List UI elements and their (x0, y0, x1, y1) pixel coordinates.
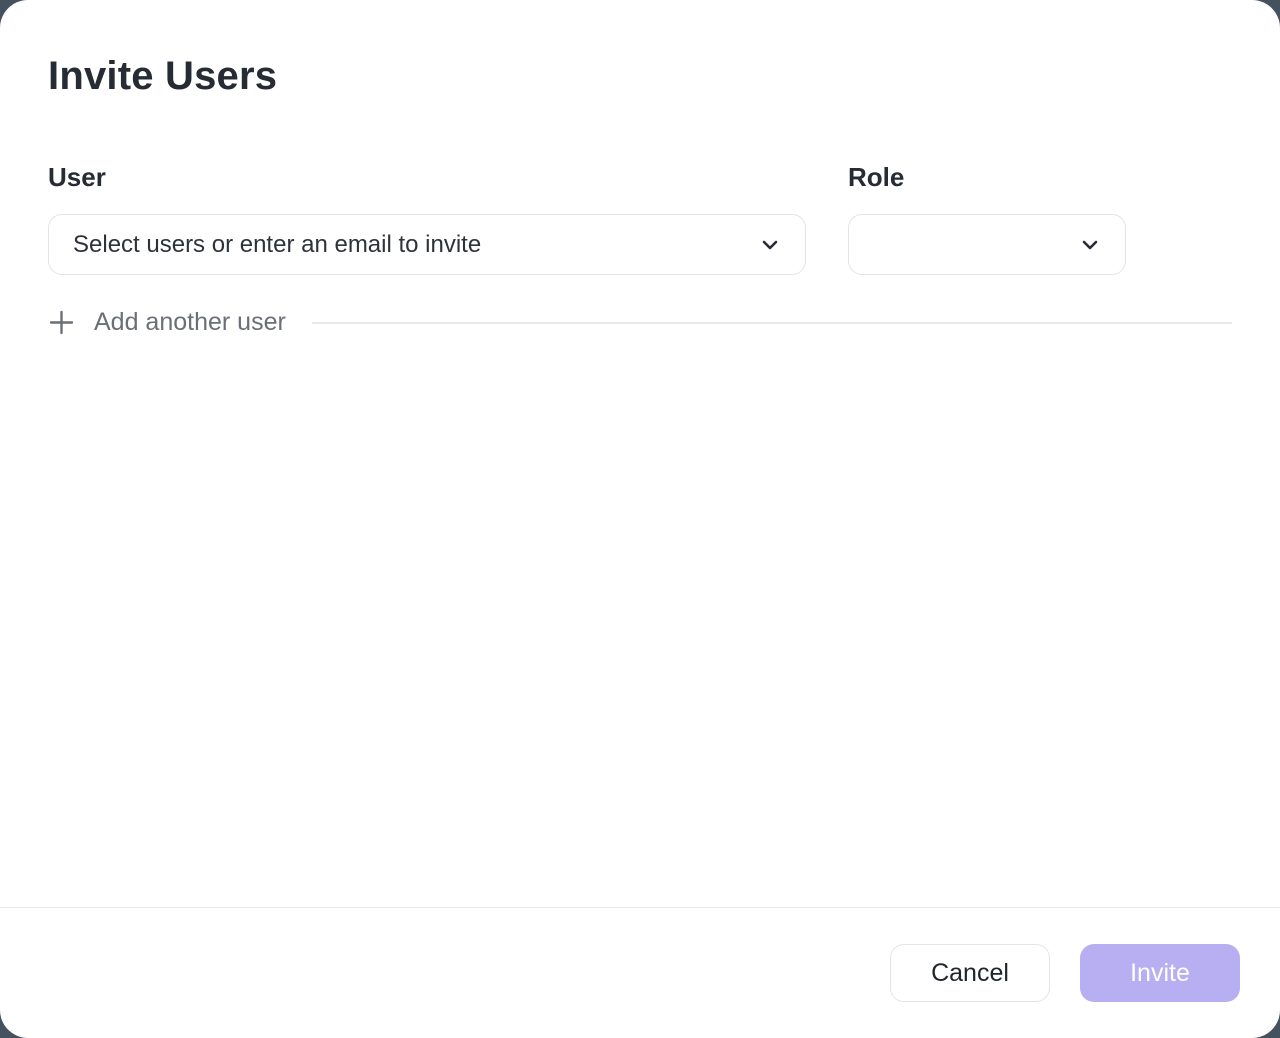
user-select-placeholder: Select users or enter an email to invite (73, 231, 481, 259)
invite-users-dialog: Invite Users User Select users or enter … (0, 0, 1280, 1038)
dialog-footer: Cancel Invite (0, 907, 1280, 1038)
invite-button[interactable]: Invite (1080, 944, 1240, 1002)
chevron-down-icon (759, 234, 781, 256)
user-field-label: User (48, 162, 806, 192)
add-another-user-button[interactable]: Add another user (48, 308, 286, 337)
user-select[interactable]: Select users or enter an email to invite (48, 214, 806, 275)
add-user-row: Add another user (48, 308, 1232, 337)
dialog-title: Invite Users (48, 52, 1232, 100)
role-select[interactable] (848, 214, 1126, 275)
horizontal-divider (312, 322, 1232, 324)
page-background: Invite Users User Select users or enter … (0, 0, 1280, 1038)
role-field-label: Role (848, 162, 1126, 192)
dialog-body: Invite Users User Select users or enter … (0, 0, 1280, 907)
plus-icon (48, 309, 75, 336)
add-another-user-label: Add another user (94, 308, 286, 337)
invite-form-row: User Select users or enter an email to i… (48, 162, 1232, 275)
user-field: User Select users or enter an email to i… (48, 162, 806, 275)
role-field: Role (848, 162, 1126, 275)
cancel-button[interactable]: Cancel (890, 944, 1050, 1002)
chevron-down-icon (1079, 234, 1101, 256)
